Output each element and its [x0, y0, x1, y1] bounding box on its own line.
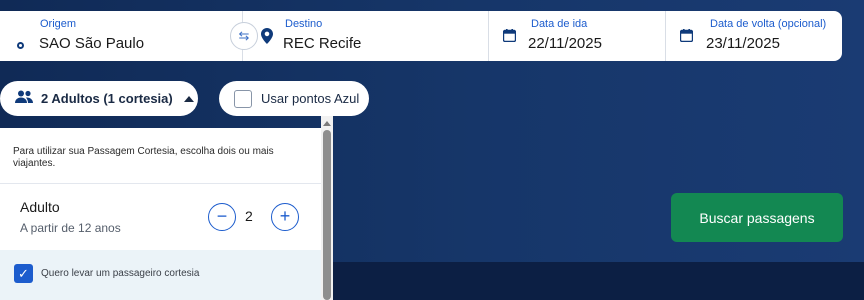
- plus-icon: +: [279, 206, 291, 226]
- depart-date-label: Data de ida: [531, 18, 588, 30]
- location-pin-icon: [261, 28, 273, 49]
- passengers-label: 2 Adultos (1 cortesia): [41, 91, 173, 106]
- scrollbar-thumb[interactable]: [323, 130, 331, 300]
- destination-field[interactable]: Destino REC Recife: [243, 11, 489, 61]
- people-icon: [15, 90, 33, 108]
- calendar-icon: [502, 29, 517, 47]
- scroll-up-arrow-icon[interactable]: [323, 121, 331, 126]
- adult-title: Adulto: [20, 199, 60, 215]
- return-date-label: Data de volta (opcional): [710, 18, 827, 30]
- return-date-value[interactable]: 23/11/2025: [706, 35, 780, 52]
- panel-divider: [0, 183, 321, 184]
- origin-dot-icon: [17, 42, 24, 49]
- adult-age-hint: A partir de 12 anos: [20, 221, 121, 235]
- use-points-toggle[interactable]: Usar pontos Azul: [219, 81, 369, 116]
- flight-search-bar: Origem SAO São Paulo Destino REC Recife …: [0, 11, 842, 61]
- cortesia-checkbox[interactable]: ✓: [14, 264, 33, 283]
- adult-decrement-button[interactable]: −: [208, 203, 236, 231]
- adult-increment-button[interactable]: +: [271, 203, 299, 231]
- destination-label: Destino: [285, 18, 323, 30]
- calendar-icon: [679, 29, 694, 47]
- depart-date-value[interactable]: 22/11/2025: [528, 35, 602, 52]
- destination-value[interactable]: REC Recife: [283, 35, 361, 52]
- hero-bottom-band: [330, 262, 864, 300]
- checkmark-icon: ✓: [18, 266, 29, 281]
- origin-value[interactable]: SAO São Paulo: [39, 35, 144, 52]
- cortesia-label: Quero levar um passageiro cortesia: [41, 268, 200, 279]
- search-flights-button[interactable]: Buscar passagens: [671, 193, 843, 242]
- use-points-checkbox[interactable]: [234, 89, 252, 108]
- passengers-dropdown-button[interactable]: 2 Adultos (1 cortesia): [0, 81, 198, 116]
- cortesia-option-row[interactable]: ✓ Quero levar um passageiro cortesia: [0, 250, 321, 300]
- caret-up-icon: [183, 95, 194, 102]
- passengers-panel: Para utilizar sua Passagem Cortesia, esc…: [0, 128, 321, 300]
- minus-icon: −: [216, 206, 228, 226]
- cortesia-info-text: Para utilizar sua Passagem Cortesia, esc…: [13, 146, 274, 169]
- origin-label: Origem: [40, 18, 77, 30]
- use-points-label: Usar pontos Azul: [261, 91, 360, 106]
- panel-scrollbar[interactable]: [321, 116, 333, 300]
- depart-date-field[interactable]: Data de ida 22/11/2025: [489, 11, 666, 61]
- origin-field[interactable]: Origem SAO São Paulo: [0, 11, 243, 61]
- swap-icon[interactable]: ⇆: [230, 22, 258, 50]
- adult-count: 2: [245, 208, 253, 224]
- return-date-field[interactable]: Data de volta (opcional) 23/11/2025: [666, 11, 842, 61]
